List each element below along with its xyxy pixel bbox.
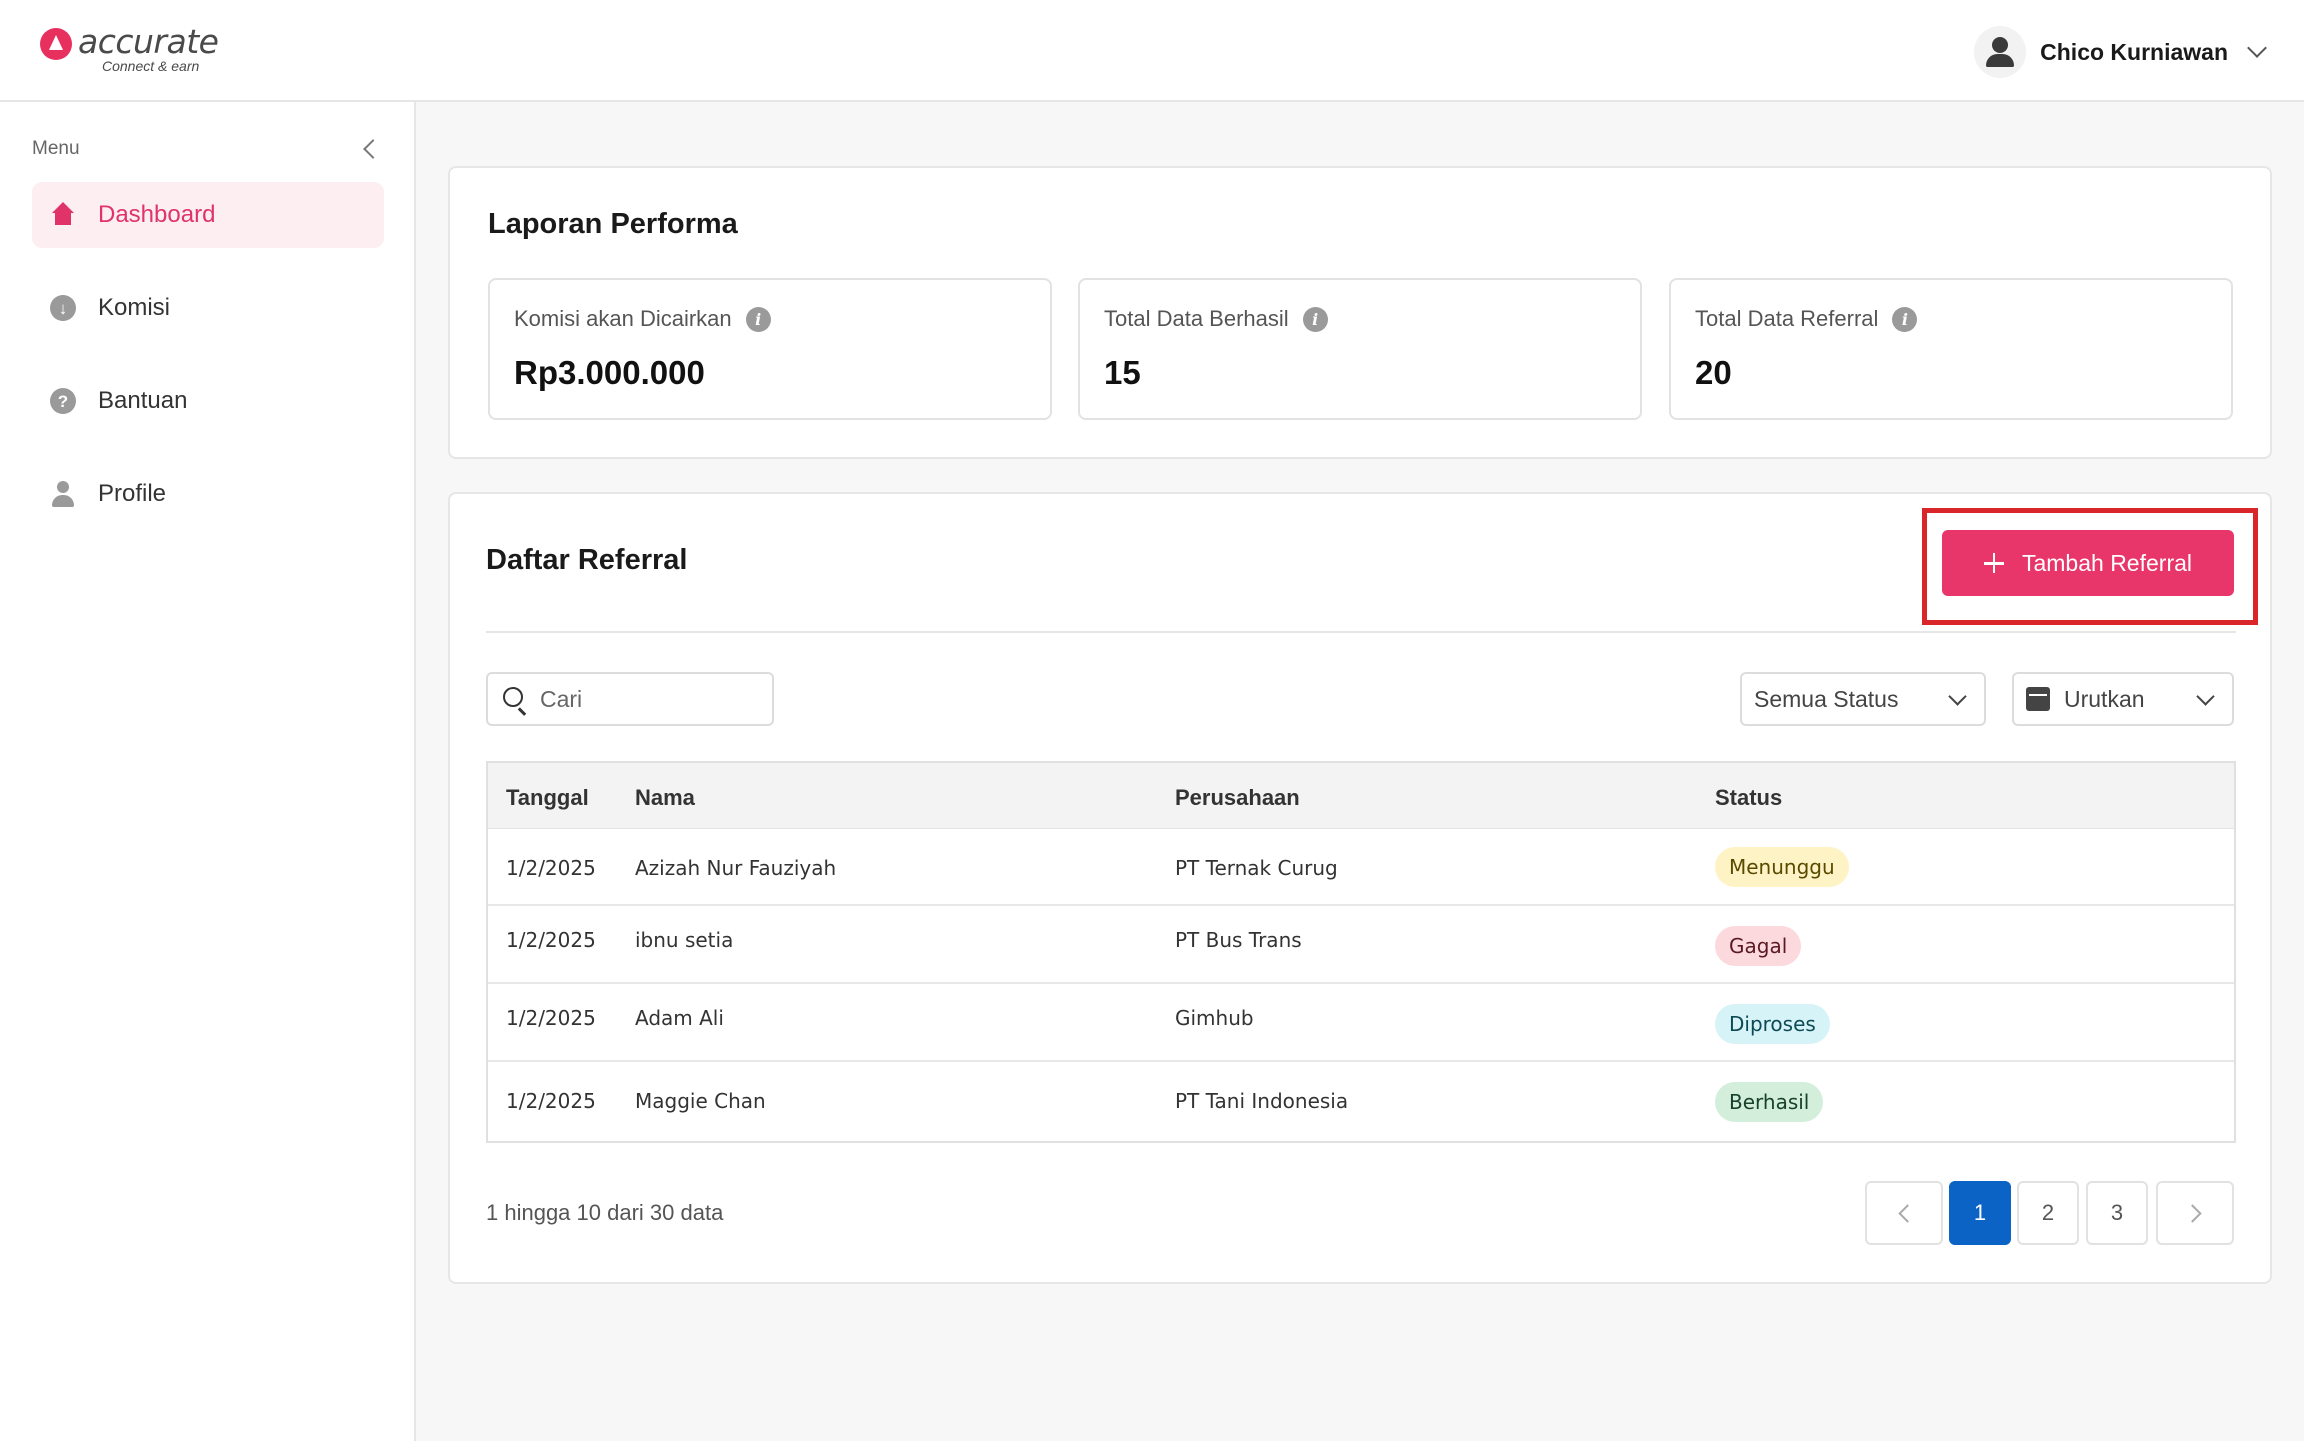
sidebar: Menu Dashboard ↓ Komisi ? Bantuan Profil… [0, 102, 416, 1441]
stat-value: 20 [1695, 354, 1732, 391]
status-badge: Berhasil [1715, 1082, 1824, 1122]
info-icon[interactable]: i [1892, 306, 1918, 332]
download-circle-icon: ↓ [50, 295, 76, 321]
referral-table: Tanggal Nama Perusahaan Status 1/2/2025 … [486, 761, 2236, 1143]
status-filter-value: Semua Status [1754, 685, 1899, 712]
table-row[interactable]: 1/2/2025 ibnu setia PT Bus Trans Gagal [488, 906, 2234, 984]
home-icon [50, 202, 76, 228]
chevron-right-icon [2182, 1203, 2202, 1223]
table-header: Tanggal Nama Perusahaan Status [488, 763, 2234, 829]
status-filter-select[interactable]: Semua Status [1740, 672, 1986, 726]
cell-company: PT Bus Trans [1175, 928, 1302, 952]
stat-value: Rp3.000.000 [514, 354, 705, 391]
info-icon[interactable]: i [1302, 306, 1328, 332]
sort-select[interactable]: Urutkan [2012, 672, 2234, 726]
next-page-button[interactable] [2156, 1181, 2234, 1245]
sidebar-item-dashboard[interactable]: Dashboard [32, 182, 384, 248]
page-button-3[interactable]: 3 [2086, 1181, 2148, 1245]
table-row[interactable]: 1/2/2025 Azizah Nur Fauziyah PT Ternak C… [488, 829, 2234, 906]
menu-label: Menu [32, 138, 80, 159]
cell-name: Maggie Chan [635, 1089, 766, 1113]
accurate-logo[interactable]: accurate Connect & earn [40, 22, 240, 80]
table-row[interactable]: 1/2/2025 Maggie Chan PT Tani Indonesia B… [488, 1062, 2234, 1141]
divider [486, 631, 2236, 633]
add-referral-button[interactable]: Tambah Referral [1942, 530, 2234, 596]
person-icon [50, 481, 76, 507]
add-referral-label: Tambah Referral [2021, 549, 2193, 576]
logo-wordmark: accurate [78, 22, 219, 61]
info-icon[interactable]: i [745, 306, 771, 332]
column-header-status[interactable]: Status [1715, 785, 1782, 811]
cell-company: PT Tani Indonesia [1175, 1089, 1349, 1113]
search-icon [502, 686, 528, 712]
status-badge: Gagal [1715, 926, 1802, 966]
search-input[interactable] [540, 685, 740, 713]
status-badge: Menunggu [1715, 847, 1849, 887]
logo-mark-icon [40, 28, 72, 60]
cell-date: 1/2/2025 [506, 1089, 596, 1113]
avatar[interactable] [1974, 26, 2027, 78]
chevron-left-icon [1897, 1203, 1917, 1223]
person-icon [1992, 37, 2009, 53]
performance-card: Laporan Performa Komisi akan Dicairkan i… [448, 166, 2272, 459]
sidebar-item-bantuan[interactable]: ? Bantuan [32, 368, 384, 434]
prev-page-button[interactable] [1865, 1181, 1943, 1245]
cell-date: 1/2/2025 [506, 1006, 596, 1030]
sidebar-item-label: Profile [98, 480, 167, 507]
cell-name: ibnu setia [635, 928, 734, 952]
cell-company: PT Ternak Curug [1175, 856, 1338, 880]
pagination-summary: 1 hingga 10 dari 30 data [486, 1200, 724, 1225]
sidebar-item-label: Komisi [98, 294, 171, 321]
help-circle-icon: ? [50, 388, 76, 414]
cell-date: 1/2/2025 [506, 856, 596, 880]
cell-company: Gimhub [1175, 1006, 1254, 1030]
performance-title: Laporan Performa [488, 208, 738, 240]
column-header-name[interactable]: Nama [635, 785, 695, 811]
stat-card-commission: Komisi akan Dicairkan i Rp3.000.000 [488, 278, 1052, 420]
sort-value: Urutkan [2064, 685, 2145, 712]
stat-label: Total Data Referral [1695, 306, 1879, 331]
sidebar-item-label: Dashboard [98, 201, 216, 228]
plus-icon [1983, 553, 2004, 573]
page-button-2[interactable]: 2 [2017, 1181, 2079, 1245]
chevron-down-icon[interactable] [2247, 38, 2267, 58]
stat-value: 15 [1104, 354, 1141, 391]
referral-title: Daftar Referral [486, 544, 688, 576]
stat-label: Komisi akan Dicairkan [514, 306, 732, 331]
stat-label: Total Data Berhasil [1104, 306, 1289, 331]
stat-card-total: Total Data Referral i 20 [1669, 278, 2233, 420]
page-button-1[interactable]: 1 [1949, 1181, 2011, 1245]
user-name[interactable]: Chico Kurniawan [2040, 39, 2228, 66]
column-header-company[interactable]: Perusahaan [1175, 785, 1300, 811]
search-box[interactable] [486, 672, 774, 726]
sidebar-item-label: Bantuan [98, 387, 188, 414]
chevron-left-icon[interactable] [363, 139, 383, 159]
sidebar-item-komisi[interactable]: ↓ Komisi [32, 275, 384, 341]
top-header: accurate Connect & earn Chico Kurniawan [0, 0, 2304, 102]
logo-tagline: Connect & earn [102, 58, 200, 74]
user-menu[interactable]: Chico Kurniawan [1974, 26, 2267, 78]
stat-card-success: Total Data Berhasil i 15 [1078, 278, 1642, 420]
calendar-icon [2026, 687, 2050, 711]
cell-name: Adam Ali [635, 1006, 724, 1030]
table-row[interactable]: 1/2/2025 Adam Ali Gimhub Diproses [488, 984, 2234, 1062]
status-badge: Diproses [1715, 1004, 1830, 1044]
chevron-down-icon [2196, 687, 2215, 706]
cell-date: 1/2/2025 [506, 928, 596, 952]
chevron-down-icon [1948, 687, 1967, 706]
sidebar-item-profile[interactable]: Profile [32, 461, 384, 527]
cell-name: Azizah Nur Fauziyah [635, 856, 837, 880]
column-header-date[interactable]: Tanggal [506, 785, 589, 811]
